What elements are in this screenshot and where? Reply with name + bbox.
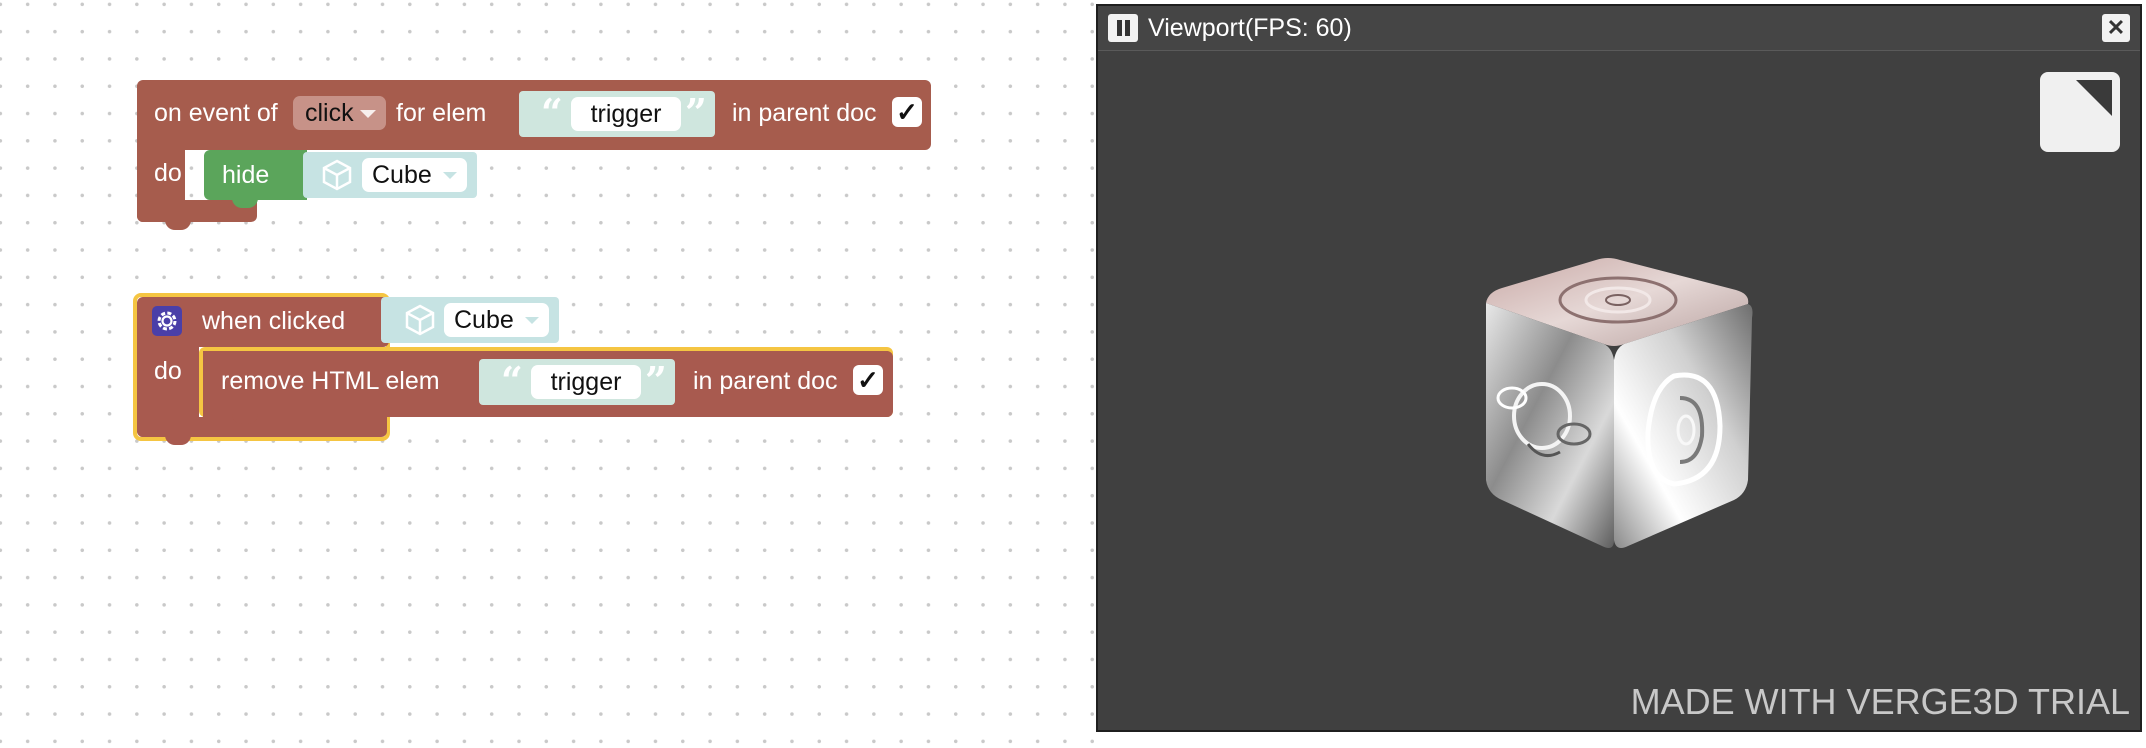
in-parent-doc-checkbox[interactable]: ✓ bbox=[892, 97, 922, 127]
block-connector-tab bbox=[165, 220, 191, 230]
open-quote-glyph: “ bbox=[541, 90, 563, 135]
label-on-event-of: on event of bbox=[154, 99, 278, 127]
close-icon[interactable]: ✕ bbox=[2102, 14, 2130, 42]
blocks-workspace[interactable]: on event of click for elem “ trigger ” i… bbox=[0, 0, 1096, 748]
trigger-text-field[interactable]: trigger bbox=[571, 97, 681, 131]
pause-icon[interactable] bbox=[1108, 14, 1138, 42]
label-in-parent-doc: in parent doc bbox=[732, 99, 877, 127]
text-block-trigger[interactable]: “ trigger ” bbox=[519, 91, 715, 137]
object-block-cube[interactable]: Cube bbox=[303, 152, 477, 198]
chevron-down-icon bbox=[443, 172, 457, 179]
viewport-title: Viewport(FPS: 60) bbox=[1148, 14, 1352, 42]
object-name: Cube bbox=[454, 306, 514, 334]
verge3d-watermark: MADE WITH VERGE3D TRIAL bbox=[1630, 681, 2130, 722]
fullscreen-icon[interactable] bbox=[2040, 72, 2120, 152]
event-type-dropdown[interactable]: click bbox=[293, 96, 386, 130]
label-remove-html-elem: remove HTML elem bbox=[221, 367, 440, 395]
label-in-parent-doc: in parent doc bbox=[693, 367, 838, 395]
3d-cube-model[interactable] bbox=[1468, 248, 1768, 558]
viewport-header: Viewport(FPS: 60) ✕ bbox=[1098, 6, 2140, 51]
chevron-down-icon bbox=[525, 317, 539, 324]
trigger-text-field[interactable]: trigger bbox=[531, 365, 641, 399]
block-connector-tab bbox=[165, 435, 191, 445]
event-type-value: click bbox=[305, 99, 354, 127]
chevron-down-icon bbox=[360, 110, 376, 118]
open-quote-glyph: “ bbox=[501, 358, 523, 403]
cube-icon bbox=[322, 159, 352, 191]
object-name: Cube bbox=[372, 161, 432, 189]
text-block-trigger[interactable]: “ trigger ” bbox=[479, 359, 675, 405]
cube-icon bbox=[405, 304, 435, 336]
in-parent-doc-checkbox[interactable]: ✓ bbox=[853, 365, 883, 395]
object-dropdown[interactable]: Cube bbox=[444, 303, 549, 337]
object-dropdown[interactable]: Cube bbox=[362, 158, 467, 192]
when-clicked-footer bbox=[137, 417, 387, 437]
label-when-clicked: when clicked bbox=[202, 307, 346, 335]
gear-icon[interactable] bbox=[152, 306, 182, 336]
close-quote-glyph: ” bbox=[645, 358, 667, 403]
close-quote-glyph: ” bbox=[685, 90, 707, 135]
label-hide: hide bbox=[222, 161, 270, 189]
label-for-elem: for elem bbox=[396, 99, 487, 127]
viewport-panel[interactable]: Viewport(FPS: 60) ✕ MADE WITH VERGE3D TR… bbox=[1096, 4, 2142, 732]
hide-block[interactable]: hide bbox=[204, 150, 307, 200]
label-do: do bbox=[154, 357, 182, 385]
object-block-cube[interactable]: Cube bbox=[381, 297, 559, 343]
label-do: do bbox=[154, 159, 182, 187]
